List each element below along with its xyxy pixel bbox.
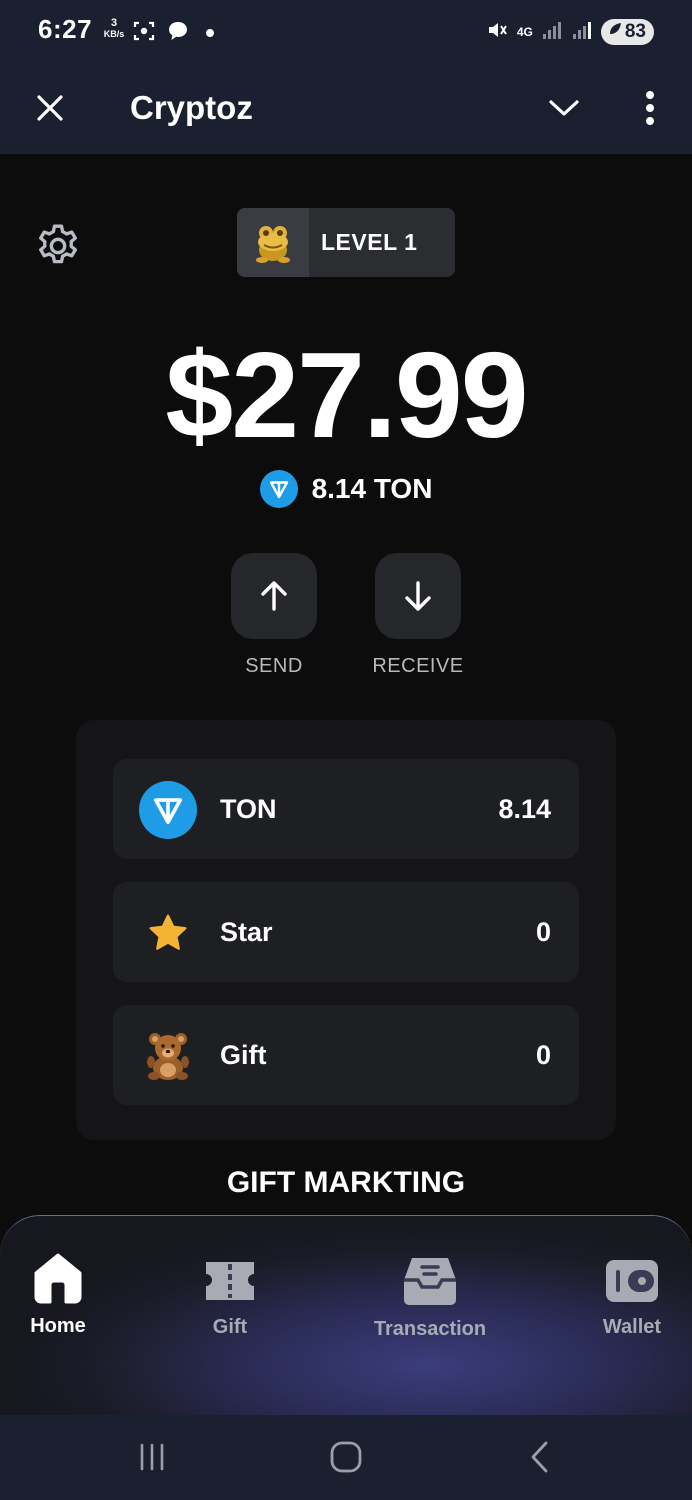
app-title: Cryptoz bbox=[130, 89, 253, 126]
signal-icon bbox=[541, 19, 563, 46]
send-button[interactable] bbox=[231, 553, 317, 639]
nav-label: Transaction bbox=[373, 1318, 487, 1340]
status-time: 6:27 bbox=[38, 14, 93, 44]
battery-indicator: 83 bbox=[600, 19, 654, 45]
nav-gift[interactable]: Gift bbox=[190, 1256, 270, 1339]
recent-apps-button[interactable] bbox=[122, 1433, 182, 1481]
signal-icon-2 bbox=[571, 19, 593, 46]
notification-dot-icon bbox=[206, 29, 214, 37]
arrow-down-icon bbox=[405, 581, 431, 611]
screenshot-icon bbox=[132, 19, 156, 48]
network-type: 4G bbox=[516, 25, 533, 39]
chat-bubble-icon bbox=[166, 19, 190, 48]
home-system-button[interactable] bbox=[316, 1433, 376, 1481]
star-icon bbox=[139, 904, 197, 962]
battery-saver-icon bbox=[607, 21, 623, 43]
asset-name: Gift bbox=[220, 1040, 267, 1070]
teddy-bear-icon bbox=[139, 1027, 197, 1085]
network-speed-value: 3 bbox=[110, 17, 118, 29]
status-icons-left bbox=[132, 20, 214, 46]
asset-row-star[interactable]: Star 0 bbox=[113, 882, 579, 982]
network-speed-unit: KB/s bbox=[103, 29, 125, 39]
nav-wallet[interactable]: Wallet bbox=[592, 1256, 672, 1339]
ticket-icon bbox=[206, 1262, 254, 1300]
nav-label: Gift bbox=[212, 1316, 248, 1338]
nav-label: Home bbox=[30, 1315, 86, 1337]
status-icons-right: 4G 83 bbox=[485, 18, 654, 46]
arrow-up-icon bbox=[261, 581, 287, 611]
close-button[interactable] bbox=[26, 84, 74, 132]
collapse-button[interactable] bbox=[540, 84, 588, 132]
network-speed: 3 KB/s bbox=[101, 18, 127, 40]
settings-button[interactable] bbox=[30, 218, 86, 274]
ton-icon bbox=[139, 781, 197, 839]
system-navigation-bar bbox=[0, 1415, 692, 1500]
nav-transaction[interactable]: Transaction bbox=[355, 1254, 505, 1341]
balance-ton: 8.14 TON bbox=[311, 473, 433, 504]
receive-label: RECEIVE bbox=[372, 655, 464, 677]
bottom-nav: Home Gift Transaction Wallet bbox=[0, 1215, 692, 1415]
level-avatar bbox=[237, 208, 309, 277]
asset-name: Star bbox=[220, 917, 273, 947]
asset-value: 8.14 bbox=[498, 794, 551, 824]
balance-ton-row: 8.14 TON bbox=[0, 470, 692, 508]
app-bar: Cryptoz bbox=[0, 64, 692, 154]
battery-level: 83 bbox=[624, 21, 646, 42]
more-options-button[interactable] bbox=[626, 84, 674, 132]
send-label: SEND bbox=[245, 655, 303, 677]
recent-apps-icon bbox=[140, 1443, 164, 1471]
asset-row-gift[interactable]: Gift 0 bbox=[113, 1005, 579, 1105]
ton-icon bbox=[259, 470, 298, 508]
level-label: LEVEL 1 bbox=[321, 229, 418, 255]
asset-value: 0 bbox=[535, 917, 551, 947]
gear-icon bbox=[39, 224, 77, 264]
level-badge[interactable]: LEVEL 1 bbox=[237, 208, 455, 277]
home-icon bbox=[34, 1253, 82, 1304]
close-icon bbox=[37, 95, 63, 121]
back-button[interactable] bbox=[510, 1433, 570, 1481]
status-bar: 6:27 3 KB/s 4G 83 bbox=[0, 0, 692, 64]
more-vertical-icon bbox=[646, 91, 654, 125]
asset-row-ton[interactable]: TON 8.14 bbox=[113, 759, 579, 859]
back-chevron-icon bbox=[531, 1441, 548, 1473]
asset-value: 0 bbox=[535, 1040, 551, 1070]
nav-label: Wallet bbox=[602, 1316, 662, 1338]
balance-usd: $27.99 bbox=[165, 327, 528, 463]
chevron-down-icon bbox=[549, 100, 579, 116]
mute-vibrate-icon bbox=[485, 18, 509, 47]
receive-button[interactable] bbox=[375, 553, 461, 639]
nav-home[interactable]: Home bbox=[18, 1251, 98, 1338]
asset-name: TON bbox=[220, 794, 277, 824]
section-heading: GIFT MARKTING bbox=[226, 1166, 466, 1199]
inbox-icon bbox=[404, 1258, 456, 1305]
home-circle-icon bbox=[330, 1441, 362, 1473]
golden-frog-icon bbox=[256, 225, 290, 263]
wallet-icon bbox=[606, 1260, 658, 1302]
